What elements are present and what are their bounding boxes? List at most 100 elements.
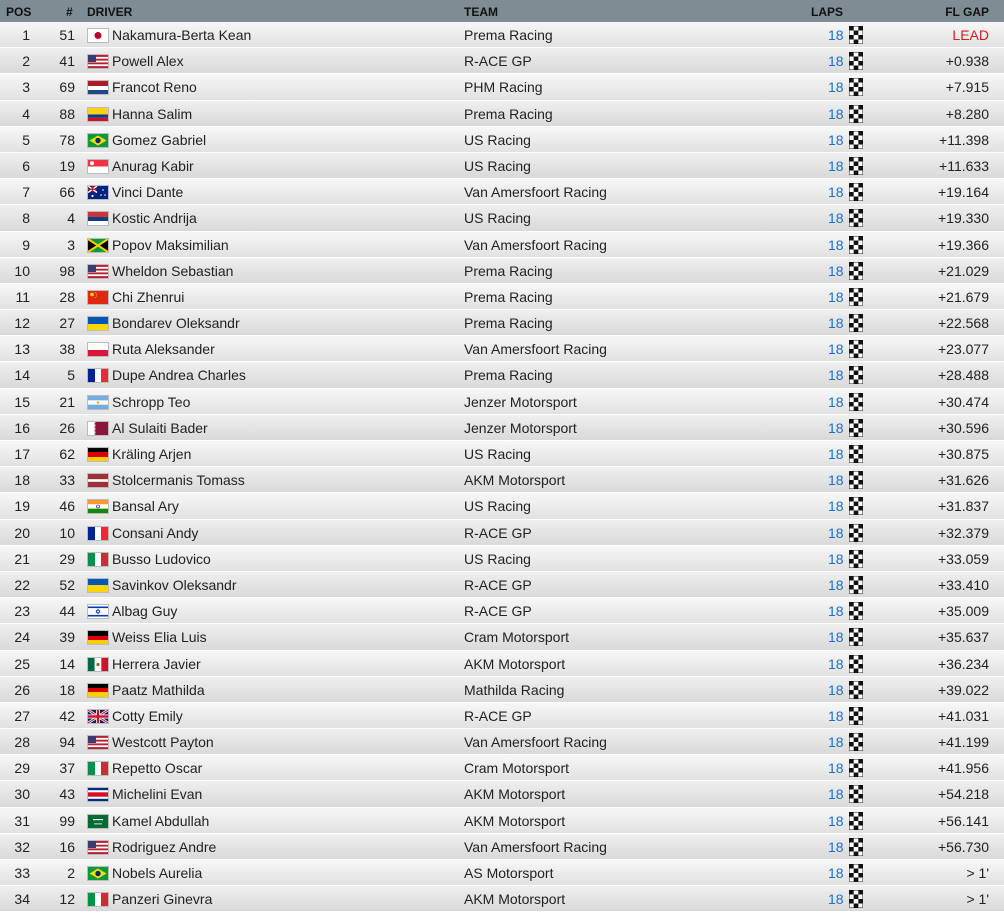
header-pos[interactable]: POS: [6, 5, 31, 19]
table-row[interactable]: 2 41 Powell Alex R-ACE GP 18 +0.938: [0, 48, 1004, 75]
driver-name-cell[interactable]: Weiss Elia Luis: [112, 629, 207, 645]
driver-name-cell[interactable]: Stolcermanis Tomass: [112, 472, 245, 488]
table-row[interactable]: 1 51 Nakamura-Berta Kean Prema Racing 18 LEAD: [0, 22, 1004, 49]
table-row[interactable]: 7 66 Vinci Dante Van Amersfoort Racing 18 +19…: [0, 179, 1004, 206]
laps-link[interactable]: 18: [828, 106, 844, 122]
laps-link[interactable]: 18: [828, 27, 844, 43]
driver-name-cell[interactable]: Nobels Aurelia: [112, 865, 202, 881]
driver-name-cell[interactable]: Anurag Kabir: [112, 158, 194, 174]
table-row[interactable]: 12 27 Bondarev Oleksandr Prema Racing 18 +22.…: [0, 310, 1004, 337]
laps-link[interactable]: 18: [828, 472, 844, 488]
laps-link[interactable]: 18: [828, 210, 844, 226]
laps-link[interactable]: 18: [828, 603, 844, 619]
table-row[interactable]: 8 4 Kostic Andrija US Racing 18 +19.330: [0, 205, 1004, 232]
driver-name-cell[interactable]: Herrera Javier: [112, 656, 201, 672]
laps-link[interactable]: 18: [828, 132, 844, 148]
driver-name-cell[interactable]: Francot Reno: [112, 79, 197, 95]
table-row[interactable]: 15 21 Schropp Teo Jenzer Motorsport 18 +30.47…: [0, 388, 1004, 415]
driver-name-cell[interactable]: Powell Alex: [112, 53, 184, 69]
driver-name-cell[interactable]: Busso Ludovico: [112, 551, 211, 567]
laps-link[interactable]: 18: [828, 656, 844, 672]
table-row[interactable]: 6 19 Anurag Kabir US Racing 18 +11.633: [0, 152, 1004, 180]
driver-name-cell[interactable]: Gomez Gabriel: [112, 132, 206, 148]
laps-link[interactable]: 18: [828, 158, 844, 174]
table-row[interactable]: 17 62 Kräling Arjen US Racing 18 +30.875: [0, 441, 1004, 468]
table-row[interactable]: 29 37 Repetto Oscar Cram Motorsport 18 +41.95…: [0, 755, 1004, 782]
laps-link[interactable]: 18: [828, 577, 844, 593]
table-row[interactable]: 27 42 Cotty Emily R-ACE GP 18 +41.031: [0, 702, 1004, 730]
driver-name-cell[interactable]: Consani Andy: [112, 525, 198, 541]
laps-link[interactable]: 18: [828, 551, 844, 567]
table-row[interactable]: 19 46 Bansal Ary US Racing 18 +31.837: [0, 493, 1004, 520]
laps-link[interactable]: 18: [828, 498, 844, 514]
driver-name-cell[interactable]: Panzeri Ginevra: [112, 891, 212, 907]
driver-name-cell[interactable]: Michelini Evan: [112, 786, 202, 802]
table-row[interactable]: 24 39 Weiss Elia Luis Cram Motorsport 18 +35.…: [0, 624, 1004, 651]
laps-link[interactable]: 18: [828, 446, 844, 462]
laps-link[interactable]: 18: [828, 263, 844, 279]
header-gap[interactable]: FL GAP: [945, 5, 989, 19]
laps-link[interactable]: 18: [828, 53, 844, 69]
table-row[interactable]: 9 3 Popov Maksimilian Van Amersfoort Racing…: [0, 231, 1004, 258]
laps-link[interactable]: 18: [828, 367, 844, 383]
driver-name-cell[interactable]: Kamel Abdullah: [112, 813, 209, 829]
driver-name-cell[interactable]: Hanna Salim: [112, 106, 192, 122]
laps-link[interactable]: 18: [828, 184, 844, 200]
laps-link[interactable]: 18: [828, 760, 844, 776]
table-row[interactable]: 26 18 Paatz Mathilda Mathilda Racing 18 +39.0…: [0, 676, 1004, 703]
table-row[interactable]: 31 99 Kamel Abdullah AKM Motorsport 18 +56.14…: [0, 807, 1004, 834]
driver-name-cell[interactable]: Dupe Andrea Charles: [112, 367, 246, 383]
laps-link[interactable]: 18: [828, 786, 844, 802]
table-row[interactable]: 30 43 Michelini Evan AKM Motorsport 18 +54.21…: [0, 781, 1004, 808]
table-row[interactable]: 25 14 Herrera Javier AKM Motorsport 18 +36.23…: [0, 650, 1004, 677]
laps-link[interactable]: 18: [828, 237, 844, 253]
driver-name-cell[interactable]: Bansal Ary: [112, 498, 179, 514]
laps-link[interactable]: 18: [828, 394, 844, 410]
driver-name-cell[interactable]: Popov Maksimilian: [112, 237, 229, 253]
table-row[interactable]: 23 44 Albag Guy R-ACE GP 18 +35.009: [0, 598, 1004, 625]
laps-link[interactable]: 18: [828, 682, 844, 698]
table-row[interactable]: 28 94 Westcott Payton Van Amersfoort Racing…: [0, 729, 1004, 756]
driver-name-cell[interactable]: Ruta Aleksander: [112, 341, 215, 357]
driver-name-cell[interactable]: Repetto Oscar: [112, 760, 202, 776]
header-driver[interactable]: DRIVER: [87, 5, 132, 19]
driver-name-cell[interactable]: Paatz Mathilda: [112, 682, 205, 698]
driver-name-cell[interactable]: Bondarev Oleksandr: [112, 315, 240, 331]
table-row[interactable]: 21 29 Busso Ludovico US Racing 18 +33.059: [0, 545, 1004, 572]
table-row[interactable]: 20 10 Consani Andy R-ACE GP 18 +32.379: [0, 519, 1004, 546]
driver-name-cell[interactable]: Albag Guy: [112, 603, 177, 619]
driver-name-cell[interactable]: Vinci Dante: [112, 184, 183, 200]
table-row[interactable]: 22 52 Savinkov Oleksandr R-ACE GP 18 +33.410: [0, 571, 1004, 599]
driver-name-cell[interactable]: Rodriguez Andre: [112, 839, 216, 855]
laps-link[interactable]: 18: [828, 420, 844, 436]
driver-name-cell[interactable]: Westcott Payton: [112, 734, 214, 750]
header-team[interactable]: TEAM: [464, 5, 498, 19]
laps-link[interactable]: 18: [828, 525, 844, 541]
driver-name-cell[interactable]: Kostic Andrija: [112, 210, 197, 226]
header-number[interactable]: #: [66, 5, 73, 19]
driver-name-cell[interactable]: Savinkov Oleksandr: [112, 577, 237, 593]
laps-link[interactable]: 18: [828, 813, 844, 829]
driver-name-cell[interactable]: Schropp Teo: [112, 394, 190, 410]
driver-name-cell[interactable]: Cotty Emily: [112, 708, 183, 724]
laps-link[interactable]: 18: [828, 315, 844, 331]
table-row[interactable]: 5 78 Gomez Gabriel US Racing 18 +11.398: [0, 126, 1004, 153]
table-row[interactable]: 32 16 Rodriguez Andre Van Amersfoort Racing…: [0, 833, 1004, 860]
laps-link[interactable]: 18: [828, 289, 844, 305]
header-laps[interactable]: LAPS: [811, 5, 843, 19]
laps-link[interactable]: 18: [828, 891, 844, 907]
table-row[interactable]: 34 12 Panzeri Ginevra AKM Motorsport 18 > 1': [0, 886, 1004, 913]
driver-name-cell[interactable]: Chi Zhenrui: [112, 289, 184, 305]
laps-link[interactable]: 18: [828, 629, 844, 645]
table-row[interactable]: 16 26 Al Sulaiti Bader Jenzer Motorsport 18 +…: [0, 414, 1004, 441]
table-row[interactable]: 18 33 Stolcermanis Tomass AKM Motorsport 18 +…: [0, 467, 1004, 494]
table-row[interactable]: 4 88 Hanna Salim Prema Racing 18 +8.280: [0, 100, 1004, 127]
table-row[interactable]: 3 69 Francot Reno PHM Racing 18 +7.915: [0, 74, 1004, 101]
table-row[interactable]: 14 5 Dupe Andrea Charles Prema Racing 18 +28.…: [0, 362, 1004, 389]
table-row[interactable]: 13 38 Ruta Aleksander Van Amersfoort Racing…: [0, 336, 1004, 363]
table-row[interactable]: 10 98 Wheldon Sebastian Prema Racing 18 +21.0…: [0, 257, 1004, 284]
laps-link[interactable]: 18: [828, 341, 844, 357]
driver-name-cell[interactable]: Kräling Arjen: [112, 446, 191, 462]
laps-link[interactable]: 18: [828, 839, 844, 855]
laps-link[interactable]: 18: [828, 865, 844, 881]
